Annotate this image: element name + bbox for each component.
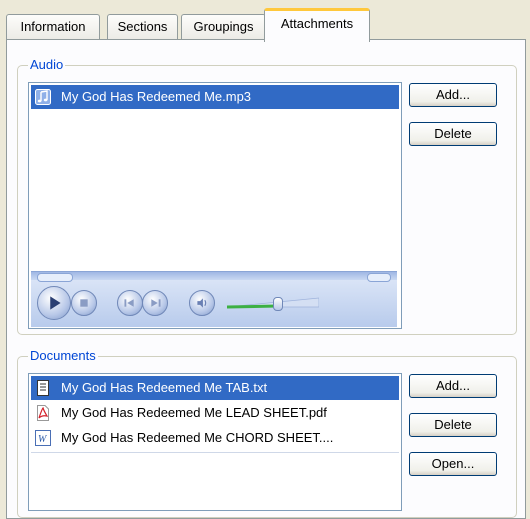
volume-thumb[interactable]	[273, 297, 283, 311]
documents-delete-button[interactable]: Delete	[409, 413, 497, 437]
attachments-panel: Audio My God Has Redeemed Me.mp3 Add... …	[6, 39, 526, 519]
pdf-file-icon	[35, 405, 51, 421]
volume-slider[interactable]	[226, 294, 320, 312]
mute-icon	[197, 298, 207, 308]
tab-information[interactable]: Information	[6, 14, 100, 39]
play-button[interactable]	[37, 286, 71, 320]
documents-open-button[interactable]: Open...	[409, 452, 497, 476]
stop-button[interactable]	[71, 290, 97, 316]
audio-add-button[interactable]: Add...	[409, 83, 497, 107]
previous-icon	[124, 299, 134, 307]
mute-button[interactable]	[189, 290, 215, 316]
tab-groupings[interactable]: Groupings	[181, 14, 266, 39]
media-player	[31, 271, 397, 327]
audio-group-title: Audio	[28, 57, 66, 72]
audio-list[interactable]: My God Has Redeemed Me.mp3	[28, 82, 402, 329]
documents-group: Documents My God Has Redeemed Me TAB.txt	[17, 348, 517, 518]
tab-attachments[interactable]: Attachments	[264, 8, 370, 42]
documents-list-item[interactable]: W My God Has Redeemed Me CHORD SHEET....	[31, 426, 399, 450]
next-button[interactable]	[142, 290, 168, 316]
next-icon	[151, 299, 161, 307]
audio-list-item[interactable]: My God Has Redeemed Me.mp3	[31, 85, 399, 109]
player-seek-bar[interactable]	[31, 272, 397, 280]
audio-item-name: My God Has Redeemed Me.mp3	[61, 89, 252, 104]
audio-delete-button[interactable]: Delete	[409, 122, 497, 146]
audio-group: Audio My God Has Redeemed Me.mp3 Add... …	[17, 57, 517, 335]
music-file-icon	[35, 89, 51, 105]
document-item-name: My God Has Redeemed Me LEAD SHEET.pdf	[61, 405, 327, 420]
documents-list-item[interactable]: My God Has Redeemed Me LEAD SHEET.pdf	[31, 401, 399, 425]
documents-list-item[interactable]: My God Has Redeemed Me TAB.txt	[31, 376, 399, 400]
documents-group-title: Documents	[28, 348, 98, 363]
word-file-icon: W	[35, 430, 51, 446]
documents-add-button[interactable]: Add...	[409, 374, 497, 398]
document-item-name: My God Has Redeemed Me TAB.txt	[61, 380, 268, 395]
documents-list[interactable]: My God Has Redeemed Me TAB.txt My God Ha…	[28, 373, 402, 511]
seek-right-handle[interactable]	[367, 273, 391, 282]
list-divider	[31, 452, 399, 453]
tab-sections[interactable]: Sections	[107, 14, 178, 39]
previous-button[interactable]	[117, 290, 143, 316]
play-icon	[50, 296, 61, 310]
document-item-name: My God Has Redeemed Me CHORD SHEET....	[61, 430, 334, 445]
stop-icon	[80, 299, 88, 307]
text-file-icon	[35, 380, 51, 396]
seek-left-handle[interactable]	[37, 273, 73, 282]
